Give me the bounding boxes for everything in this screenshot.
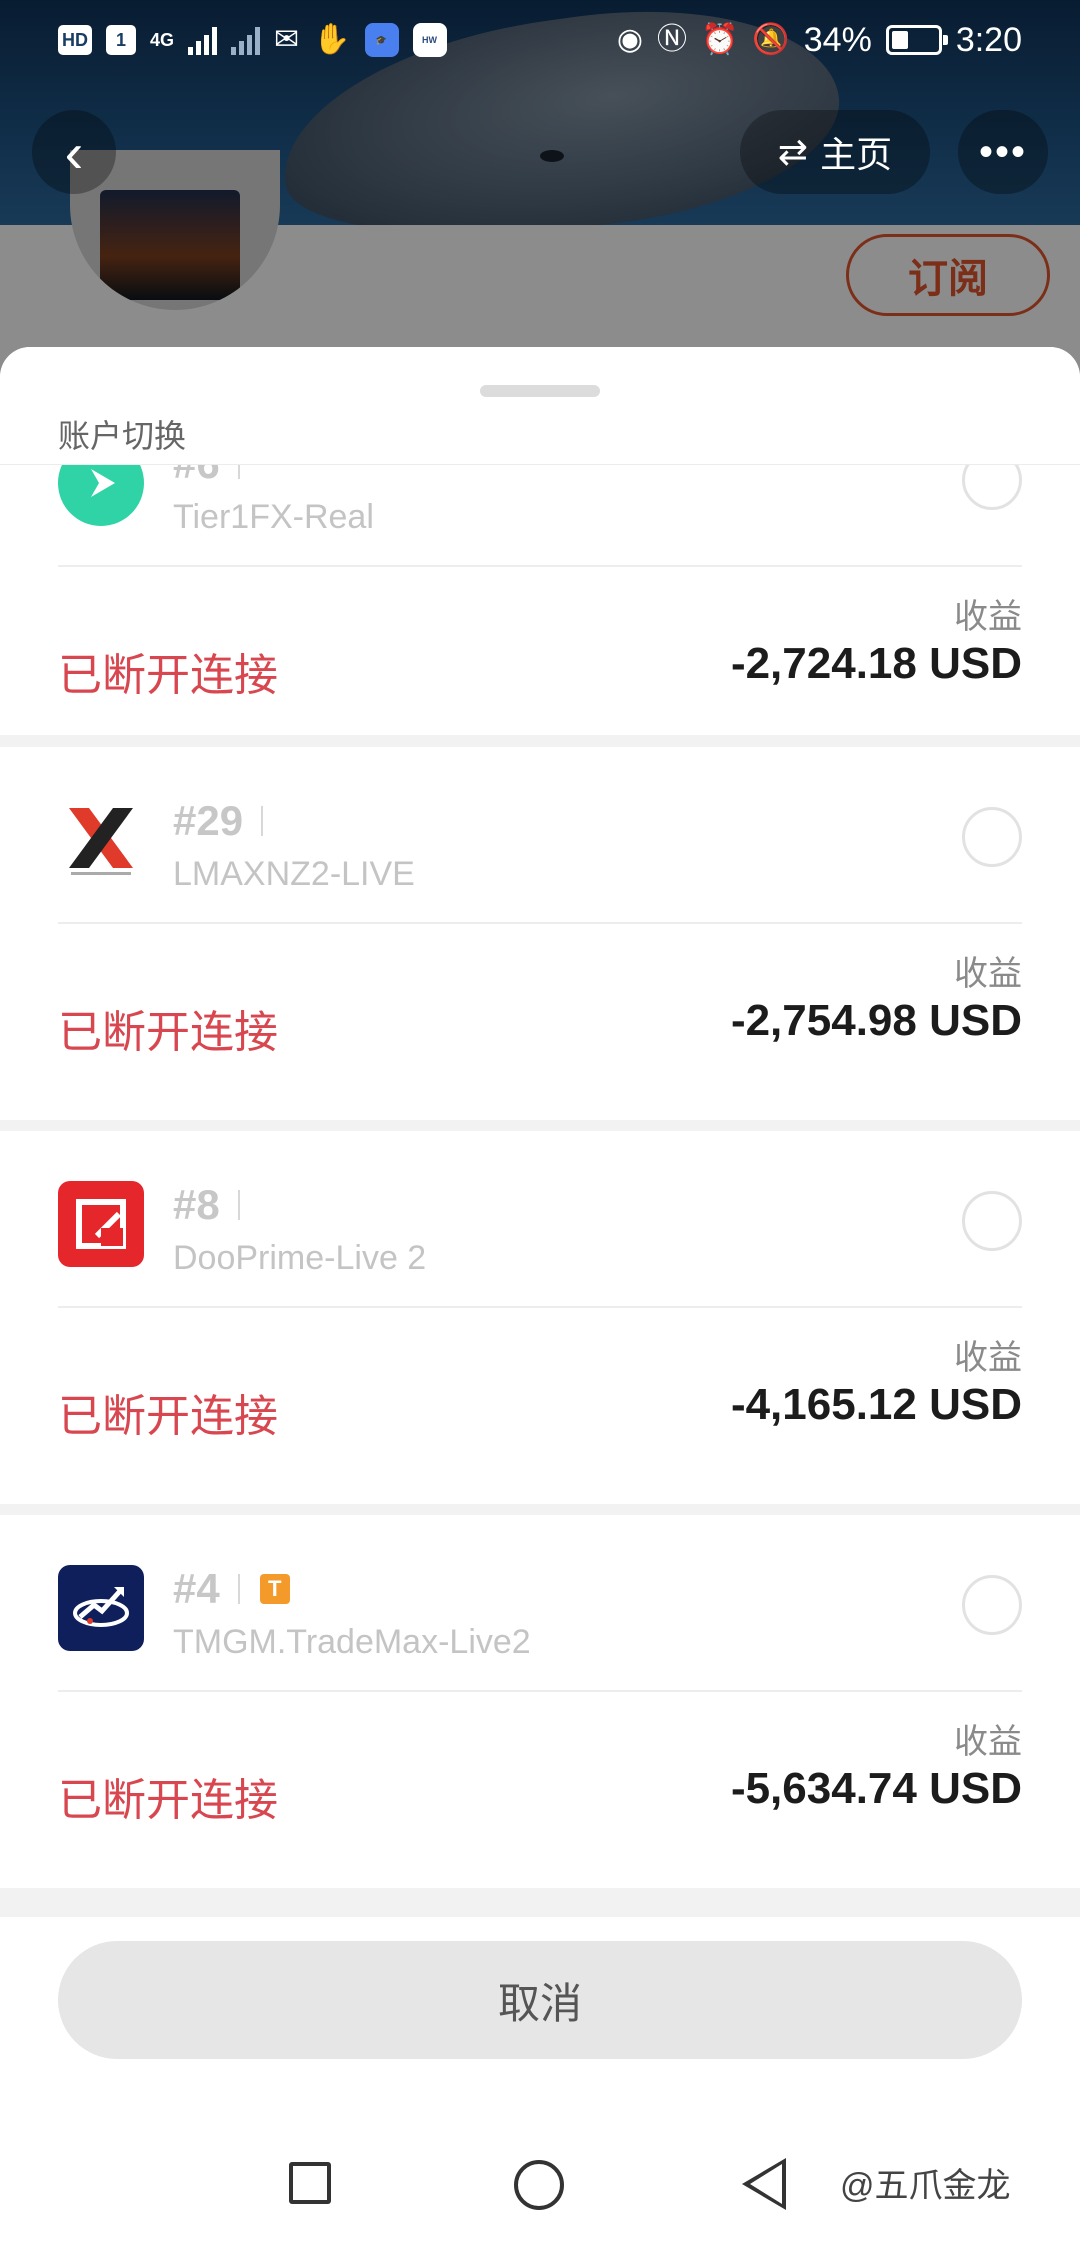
select-radio[interactable] [962,1575,1022,1635]
divider [58,1306,1022,1308]
server-name: LMAXNZ2-LIVE [173,855,415,893]
profit-amount: -5,634.74 USD [730,1764,1022,1813]
watermark-text: @五爪金龙 [840,2167,1011,2205]
account-switch-sheet: 账户切换 #6 Tier1FX-Real 收益 已断开连接 -2,724.18 … [0,347,1080,2244]
divider [58,1690,1022,1692]
profit-amount: -4,165.12 USD [730,1380,1022,1429]
clock: 3:20 [955,20,1022,59]
connection-status: 已断开连接 [58,651,278,700]
divider [58,922,1022,924]
home-label: 主页 [820,134,893,175]
tier1fx-logo-icon [58,465,144,526]
sheet-header: 账户切换 [0,347,1080,465]
account-card[interactable]: #29 LMAXNZ2-LIVE 收益 已断开连接 -2,754.98 USD [0,747,1080,1120]
connection-status: 已断开连接 [58,1392,278,1441]
more-options-button[interactable]: ••• [958,110,1048,194]
back-button[interactable]: ‹ [32,110,116,194]
system-nav-bar: @五爪金龙 [0,2130,1080,2244]
home-button[interactable]: ⇄ 主页 [740,110,930,194]
account-list[interactable]: #6 Tier1FX-Real 收益 已断开连接 -2,724.18 USD #… [0,465,1080,1905]
swap-icon: ⇄ [777,131,809,172]
profit-amount: -2,754.98 USD [730,996,1022,1045]
status-bar: HD 1 4G ✉ ✋ 🎓 HW ◉ Ⓝ ⏰ 🔕 34% 3:20 [0,0,1080,80]
battery-icon [885,25,948,55]
account-number: #6 [173,465,240,488]
account-card[interactable]: #6 Tier1FX-Real 收益 已断开连接 -2,724.18 USD [0,465,1080,735]
cancel-button[interactable]: 取消 [58,1941,1022,2059]
account-number-text: #4 [173,1565,220,1612]
tmgm-logo-icon [58,1565,144,1651]
hd-indicator: HD [58,25,92,55]
account-number-text: #8 [173,1181,220,1228]
connection-status: 已断开连接 [58,1008,278,1057]
select-radio[interactable] [962,465,1022,510]
profit-label: 收益 [954,1339,1022,1377]
sim1-indicator: 1 [106,25,136,55]
account-number: #4 T [173,1565,290,1613]
server-name: Tier1FX-Real [173,498,374,536]
lmax-logo-icon [58,797,144,883]
network-type: 4G [150,29,175,50]
nfc-icon: Ⓝ [657,23,688,56]
profit-label: 收益 [954,598,1022,636]
hand-icon: ✋ [313,23,351,56]
account-number-text: #29 [173,797,244,844]
select-radio[interactable] [962,1191,1022,1251]
divider [58,565,1022,567]
connection-status: 已断开连接 [58,1776,278,1825]
huawei-app-icon: HW [412,23,447,57]
alarm-icon: ⏰ [701,23,739,56]
dooprime-logo-icon [58,1181,144,1267]
chevron-left-icon: ‹ [64,120,84,184]
sheet-title: 账户切换 [58,418,187,454]
select-radio[interactable] [962,807,1022,867]
signal-icon [188,25,218,55]
account-number: #29 [173,797,264,845]
profit-amount: -2,724.18 USD [730,639,1022,688]
wechat-icon: ✉ [274,23,300,56]
recents-button[interactable] [289,2162,331,2204]
back-nav-button[interactable] [742,2158,786,2210]
drag-handle[interactable] [480,385,600,397]
account-card[interactable]: #4 T TMGM.TradeMax-Live2 收益 已断开连接 -5,634… [0,1515,1080,1888]
mute-icon: 🔕 [752,23,790,56]
server-name: DooPrime-Live 2 [173,1239,427,1277]
home-nav-button[interactable] [514,2160,564,2210]
account-number: #8 [173,1181,240,1229]
account-card[interactable]: #8 DooPrime-Live 2 收益 已断开连接 -4,165.12 US… [0,1131,1080,1504]
profit-label: 收益 [954,1723,1022,1761]
eye-icon: ◉ [616,23,644,56]
signal-2-icon [231,25,261,55]
status-left: HD 1 4G ✉ ✋ 🎓 HW [58,23,447,57]
account-number-text: #6 [173,465,220,488]
more-icon: ••• [978,129,1027,174]
profit-label: 收益 [954,955,1022,993]
battery-percent: 34% [803,20,872,59]
status-right: ◉ Ⓝ ⏰ 🔕 34% 3:20 [617,21,1022,60]
account-tag-badge: T [259,1574,290,1604]
edu-app-icon: 🎓 [364,23,399,57]
server-name: TMGM.TradeMax-Live2 [173,1623,531,1661]
